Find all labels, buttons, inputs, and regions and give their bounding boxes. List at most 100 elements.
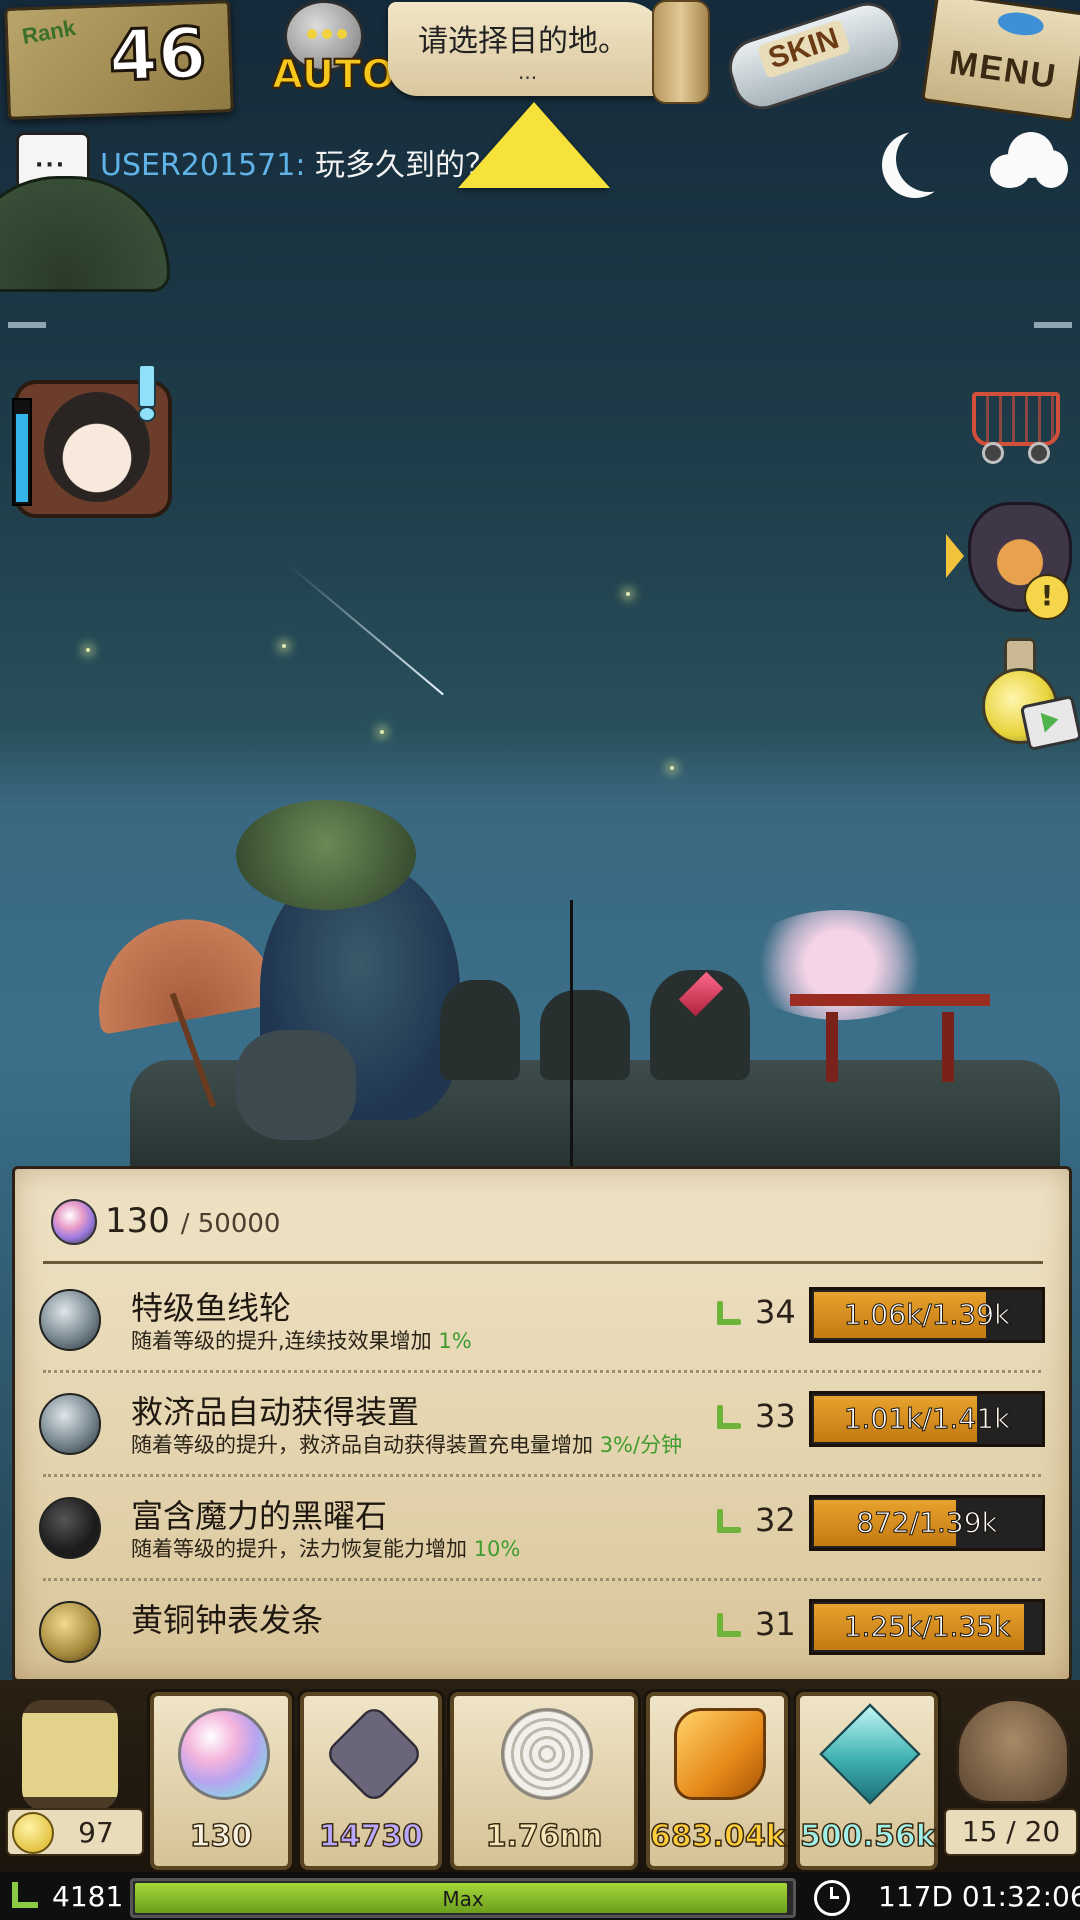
exp-label: Max	[442, 1887, 484, 1911]
upgrade-name: 富含魔力的黑曜石	[131, 1497, 388, 1535]
upgrade-xp-bar: 1.25k/1.35k	[809, 1599, 1045, 1655]
map-scroll-icon[interactable]	[652, 0, 710, 104]
orb-count: 130 / 50000	[105, 1201, 281, 1241]
level-icon	[715, 1403, 745, 1433]
exp-bar: Max	[130, 1878, 796, 1918]
skull-shield-icon	[323, 1703, 425, 1805]
edge-marker	[1034, 322, 1072, 328]
menu-label: MENU	[947, 43, 1060, 97]
portrait-face	[44, 392, 150, 502]
amber-icon	[674, 1708, 766, 1800]
upgrade-row[interactable]: 特级鱼线轮 随着等级的提升,连续技效果增加 1% 34 1.06k/1.39k	[15, 1269, 1069, 1373]
shooting-star	[289, 565, 444, 696]
resource-slot[interactable]: 1.76nn	[450, 1692, 638, 1870]
resource-amount: 1.76nn	[485, 1818, 603, 1855]
resource-slot[interactable]: 14730	[300, 1692, 442, 1870]
upgrade-panel: 130 / 50000 特级鱼线轮 随着等级的提升,连续技效果增加 1% 34 1.0…	[12, 1166, 1072, 1682]
upgrade-xp-bar: 1.01k/1.41k	[809, 1391, 1045, 1447]
destination-banner[interactable]: 请选择目的地。 ...	[388, 2, 666, 96]
expand-arrow-icon[interactable]	[458, 102, 610, 188]
pointer-arrow-icon	[946, 534, 964, 578]
rock	[540, 990, 630, 1080]
obsidian-icon	[39, 1497, 101, 1559]
firefly	[670, 766, 674, 770]
resource-slot[interactable]: 130	[150, 1692, 292, 1870]
brass-clock-spring-icon	[39, 1601, 101, 1663]
menu-button[interactable]: MENU	[921, 0, 1080, 123]
level-icon	[10, 1882, 40, 1912]
firefly	[86, 648, 90, 652]
destination-text: 请选择目的地。	[418, 24, 628, 59]
firefly	[282, 644, 286, 648]
basket-icon[interactable]	[956, 1698, 1070, 1804]
top-bar: Rank 46 AUTO 请选择目的地。 ... SKIN MENU	[0, 0, 1080, 123]
shop-cart-icon[interactable]	[962, 370, 1068, 470]
auto-button[interactable]: AUTO	[262, 0, 396, 100]
rank-label: Rank	[20, 14, 78, 49]
rock	[440, 980, 520, 1080]
upgrade-description: 随着等级的提升，法力恢复能力增加 10%	[131, 1537, 521, 1561]
upgrade-name: 黄铜钟表发条	[131, 1601, 324, 1639]
upgrade-row[interactable]: 救济品自动获得装置 随着等级的提升，救济品自动获得装置充电量增加 3%/分钟 33 1…	[15, 1373, 1069, 1477]
fishing-line	[570, 900, 573, 1170]
rainbow-orb-icon	[51, 1199, 97, 1245]
divider	[43, 1261, 1043, 1264]
upgrade-level: 34	[755, 1293, 796, 1331]
upgrade-description: 随着等级的提升，救济品自动获得装置充电量增加 3%/分钟	[131, 1433, 683, 1457]
skin-button[interactable]: SKIN	[720, 0, 910, 118]
resource-amount: 500.56k	[799, 1818, 936, 1855]
fish-icon	[996, 9, 1046, 38]
diamond-icon	[819, 1703, 921, 1805]
coin-counter: 97	[6, 1808, 144, 1856]
destination-dots: ...	[518, 60, 538, 84]
upgrade-level: 31	[755, 1605, 796, 1643]
upgrade-xp-text: 1.06k/1.39k	[843, 1298, 1011, 1332]
rainbow-orb-icon	[178, 1708, 270, 1800]
mana-gauge	[12, 398, 32, 506]
resource-amount: 14730	[318, 1818, 424, 1855]
upgrade-level: 33	[755, 1397, 796, 1435]
level-icon	[715, 1299, 745, 1329]
upgrade-xp-text: 872/1.39k	[856, 1506, 998, 1540]
resource-slot[interactable]: 500.56k	[796, 1692, 938, 1870]
upgrade-row[interactable]: 黄铜钟表发条 31 1.25k/1.35k	[15, 1581, 1069, 1679]
upgrade-xp-text: 1.25k/1.35k	[843, 1610, 1011, 1644]
level-icon	[715, 1611, 745, 1641]
upgrade-xp-text: 1.01k/1.41k	[843, 1402, 1011, 1436]
parachute-supply-drop[interactable]	[0, 176, 170, 326]
upgrade-xp-bar: 1.06k/1.39k	[809, 1287, 1045, 1343]
basket-capacity: 15 / 20	[944, 1808, 1078, 1856]
character-hat	[236, 800, 416, 910]
alert-badge-icon: !	[1024, 574, 1070, 620]
exclamation-icon	[138, 364, 156, 408]
clock-icon	[814, 1880, 850, 1916]
auto-label: AUTO	[271, 51, 396, 99]
firefly	[626, 592, 630, 596]
auto-supply-device-icon	[39, 1393, 101, 1455]
upgrade-level: 32	[755, 1501, 796, 1539]
play-time: 117D 01:32:06	[878, 1880, 1080, 1913]
status-bar: 4181 Max 117D 01:32:06	[0, 1872, 1080, 1920]
cat-companion	[236, 1030, 356, 1140]
fishing-reel-icon	[39, 1289, 101, 1351]
upgrade-name: 救济品自动获得装置	[131, 1393, 420, 1431]
exclamation-dot	[138, 406, 156, 422]
resource-slot[interactable]: 683.04k	[646, 1692, 788, 1870]
torii-gate	[790, 994, 990, 1086]
shell-icon	[501, 1708, 593, 1800]
upgrade-name: 特级鱼线轮	[131, 1289, 292, 1327]
firefly	[380, 730, 384, 734]
hourglass-icon[interactable]	[22, 1700, 118, 1810]
player-level: 4181	[52, 1880, 124, 1913]
cloud-upload-icon[interactable]	[990, 132, 1068, 188]
coin-count: 97	[78, 1816, 114, 1849]
upgrade-xp-bar: 872/1.39k	[809, 1495, 1045, 1551]
rank-value: 46	[106, 10, 209, 98]
upgrade-description: 随着等级的提升,连续技效果增加 1%	[131, 1329, 472, 1353]
moon-icon[interactable]	[896, 126, 962, 192]
level-icon	[715, 1507, 745, 1537]
rank-card[interactable]: Rank 46	[4, 0, 234, 120]
resource-amount: 683.04k	[649, 1818, 786, 1855]
resource-amount: 130	[189, 1818, 253, 1855]
upgrade-row[interactable]: 富含魔力的黑曜石 随着等级的提升，法力恢复能力增加 10% 32 872/1.39k	[15, 1477, 1069, 1581]
